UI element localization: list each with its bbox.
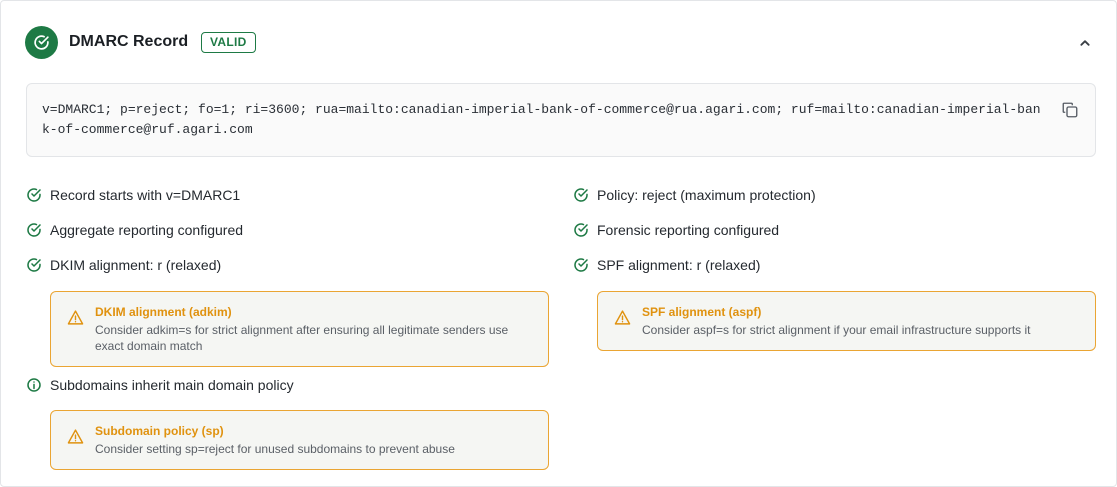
check-item: Forensic reporting configured (573, 222, 779, 238)
spf-warning-box: SPF alignment (aspf) Consider aspf=s for… (597, 291, 1096, 351)
dmarc-record-card: DMARC Record VALID v=DMARC1; p=reject; f… (0, 0, 1117, 487)
check-label: Policy: reject (maximum protection) (597, 187, 816, 203)
dmarc-record-box: v=DMARC1; p=reject; fo=1; ri=3600; rua=m… (26, 83, 1096, 157)
status-badge: VALID (201, 32, 256, 53)
check-circle-icon (26, 222, 42, 238)
check-circle-icon (573, 222, 589, 238)
check-label: Forensic reporting configured (597, 222, 780, 238)
info-circle-icon (26, 377, 42, 393)
warning-text: Consider adkim=s for strict alignment af… (95, 323, 509, 353)
check-label: SPF alignment: r (relaxed) (597, 257, 761, 273)
copy-icon[interactable] (1061, 101, 1079, 119)
collapse-chevron-up-icon[interactable] (1074, 32, 1096, 54)
check-item: Subdomains inherit main domain policy (26, 377, 294, 393)
warning-title: SPF alignment (aspf) (642, 305, 762, 319)
valid-status-icon (25, 26, 58, 59)
card-title: DMARC Record (69, 33, 189, 50)
check-item: SPF alignment: r (relaxed) (573, 257, 760, 273)
warning-title: DKIM alignment (adkim) (95, 305, 232, 319)
card-header: DMARC Record VALID (25, 26, 1096, 60)
check-item: Aggregate reporting configured (26, 222, 243, 238)
dmarc-record-value: v=DMARC1; p=reject; fo=1; ri=3600; rua=m… (42, 102, 1041, 137)
warning-triangle-icon (614, 309, 631, 326)
check-circle-icon (26, 257, 42, 273)
warning-text: Consider aspf=s for strict alignment if … (642, 323, 1031, 337)
warning-title: Subdomain policy (sp) (95, 424, 224, 438)
check-label: Record starts with v=DMARC1 (50, 187, 241, 203)
check-circle-icon (573, 187, 589, 203)
check-label: Subdomains inherit main domain policy (50, 377, 294, 393)
check-circle-icon (573, 257, 589, 273)
check-label: Aggregate reporting configured (50, 222, 244, 238)
check-circle-icon (26, 187, 42, 203)
check-item: DKIM alignment: r (relaxed) (26, 257, 221, 273)
warning-triangle-icon (67, 309, 84, 326)
check-label: DKIM alignment: r (relaxed) (50, 257, 222, 273)
check-item: Policy: reject (maximum protection) (573, 187, 816, 203)
subdomain-warning-box: Subdomain policy (sp) Consider setting s… (50, 410, 549, 470)
warning-text: Consider setting sp=reject for unused su… (95, 442, 455, 456)
warning-triangle-icon (67, 428, 84, 445)
dkim-warning-box: DKIM alignment (adkim) Consider adkim=s … (50, 291, 549, 367)
check-item: Record starts with v=DMARC1 (26, 187, 240, 203)
